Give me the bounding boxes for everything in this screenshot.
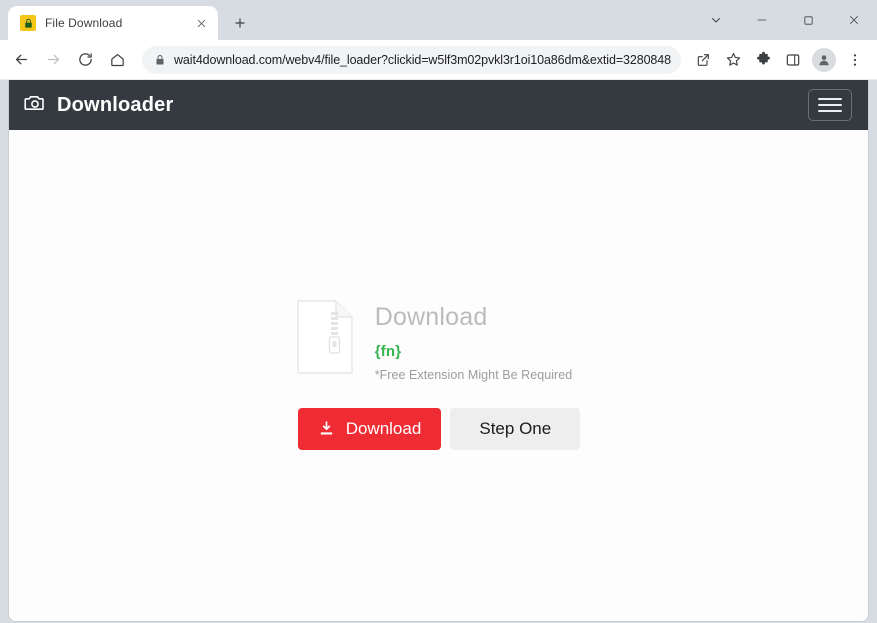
filename-token: {fn} [375,343,573,360]
download-card-header: Download {fn} *Free Extension Might Be R… [297,298,573,382]
download-actions: Download Step One [298,408,581,450]
profile-avatar-icon[interactable] [812,48,836,72]
download-heading: Download [375,304,573,332]
share-icon[interactable] [689,46,717,74]
site-lock-icon [154,54,166,66]
tab-strip: File Download [0,0,877,40]
back-button[interactable] [6,45,36,75]
site-navbar: Downloader [9,80,868,130]
hamburger-line [818,104,842,106]
download-card: Download {fn} *Free Extension Might Be R… [297,298,581,450]
new-tab-button[interactable] [226,9,254,37]
browser-window: File Download [0,0,877,623]
window-controls [693,0,877,40]
download-card-text: Download {fn} *Free Extension Might Be R… [375,298,573,382]
browser-toolbar: wait4download.com/webv4/file_loader?clic… [0,40,877,80]
camera-icon [23,91,47,120]
home-button[interactable] [102,45,132,75]
address-bar-text: wait4download.com/webv4/file_loader?clic… [174,53,671,67]
address-bar[interactable]: wait4download.com/webv4/file_loader?clic… [142,46,681,74]
step-one-button-label: Step One [479,419,551,439]
site-title: Downloader [57,94,173,117]
step-one-button[interactable]: Step One [450,408,580,450]
download-button[interactable]: Download [298,408,442,450]
lock-favicon [20,15,36,31]
page-body: Download {fn} *Free Extension Might Be R… [9,130,868,621]
forward-button[interactable] [38,45,68,75]
page-viewport: Downloader [8,80,869,622]
hamburger-line [818,110,842,112]
minimize-button[interactable] [739,2,785,38]
tab-title: File Download [45,16,183,30]
side-panel-icon[interactable] [779,46,807,74]
download-button-label: Download [346,419,422,439]
close-tab-button[interactable] [192,14,210,32]
close-window-button[interactable] [831,2,877,38]
browser-tab[interactable]: File Download [8,6,218,40]
more-options-icon[interactable] [841,46,869,74]
hamburger-line [818,98,842,100]
zip-file-icon [297,300,353,374]
extension-note: *Free Extension Might Be Required [375,368,573,382]
hamburger-menu-button[interactable] [808,89,852,121]
bookmark-star-icon[interactable] [719,46,747,74]
site-brand[interactable]: Downloader [23,91,173,120]
extensions-puzzle-icon[interactable] [749,46,777,74]
download-icon [318,420,335,437]
reload-button[interactable] [70,45,100,75]
tab-search-button[interactable] [693,2,739,38]
maximize-button[interactable] [785,2,831,38]
